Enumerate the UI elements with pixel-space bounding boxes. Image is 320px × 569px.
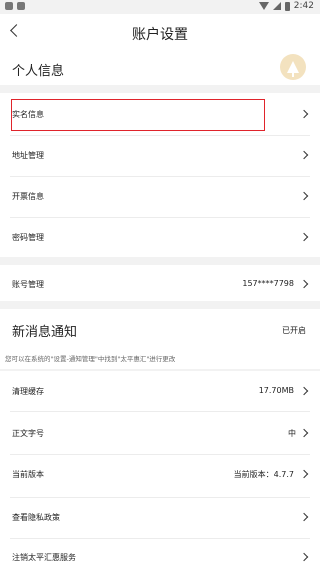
notification-status[interactable]: 已开启 [282, 325, 306, 336]
notification-square-icon [17, 2, 25, 10]
row-address[interactable]: 地址管理 [0, 136, 320, 176]
avatar[interactable] [280, 54, 306, 80]
page-title: 账户设置 [132, 27, 188, 43]
chevron-right-icon [299, 469, 309, 479]
notification-section: 新消息通知 已开启 您可以在系统的"设置-通知管理"中找到"太平惠汇"进行更改 [0, 309, 320, 369]
title-bar: 账户设置 [0, 14, 320, 52]
row-label: 开票信息 [12, 192, 44, 201]
chevron-right-icon [299, 150, 309, 160]
row-privacy-policy[interactable]: 查看隐私政策 [0, 498, 320, 538]
chevron-right-icon [299, 428, 309, 438]
row-clear-cache[interactable]: 清理缓存 17.70MB [0, 371, 320, 411]
chevron-right-icon [299, 386, 309, 396]
row-cancel-service[interactable]: 注销太平汇惠服务 [0, 539, 320, 569]
chevron-right-icon [299, 512, 309, 522]
personal-info-title: 个人信息 [12, 64, 65, 79]
signal-icon [272, 2, 281, 10]
row-label: 地址管理 [12, 151, 44, 160]
chevron-right-icon [299, 191, 309, 201]
row-label: 注销太平汇惠服务 [12, 553, 76, 562]
chevron-right-icon [299, 232, 309, 242]
row-label: 账号管理 [12, 280, 44, 289]
status-time: 2:42 [293, 1, 314, 11]
battery-icon [284, 1, 290, 11]
cache-size: 17.70MB [258, 386, 294, 395]
row-account[interactable]: 账号管理 157****7798 [0, 265, 320, 301]
tree-logo-icon [287, 61, 299, 77]
chevron-right-icon [299, 109, 309, 119]
section-gap [0, 85, 320, 93]
version-value: 当前版本：4.7.7 [233, 470, 294, 479]
status-bar: 2:42 [0, 0, 320, 14]
row-label: 密码管理 [12, 233, 44, 242]
row-label: 正文字号 [12, 429, 44, 438]
row-label: 查看隐私政策 [12, 513, 60, 522]
account-phone: 157****7798 [242, 279, 294, 288]
chevron-right-icon [299, 279, 309, 289]
row-password[interactable]: 密码管理 [0, 218, 320, 257]
status-left-icons [5, 2, 25, 10]
row-font-size[interactable]: 正文字号 中 [0, 412, 320, 454]
row-label: 清理缓存 [12, 387, 44, 396]
status-right-icons: 2:42 [258, 1, 314, 11]
section-gap [0, 257, 320, 265]
font-size-value: 中 [288, 429, 296, 438]
notification-square-icon [5, 2, 13, 10]
notification-tip: 您可以在系统的"设置-通知管理"中找到"太平惠汇"进行更改 [5, 355, 176, 363]
personal-info-header: 个人信息 [0, 52, 320, 85]
chevron-right-icon [299, 552, 309, 562]
section-gap [0, 301, 320, 309]
row-version[interactable]: 当前版本 当前版本：4.7.7 [0, 455, 320, 497]
notification-title: 新消息通知 [12, 325, 78, 340]
wifi-icon [258, 2, 269, 10]
row-label: 当前版本 [12, 470, 44, 479]
row-invoice[interactable]: 开票信息 [0, 177, 320, 217]
highlight-box [11, 99, 265, 131]
